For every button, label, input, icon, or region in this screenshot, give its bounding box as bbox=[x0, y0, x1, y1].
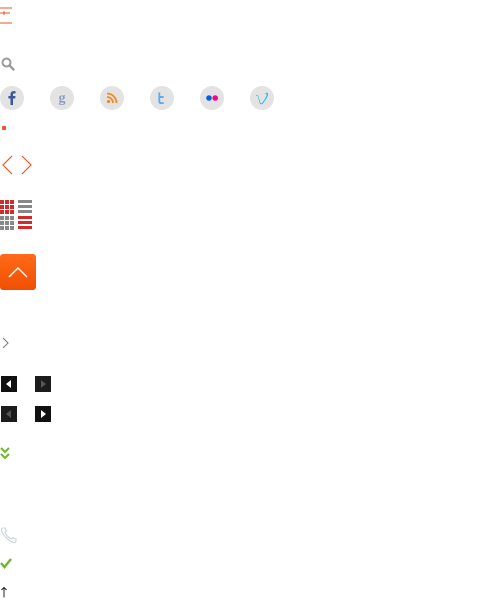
icon-sprite-sheet: g bbox=[0, 0, 500, 600]
chevron-right-small-icon[interactable] bbox=[2, 337, 10, 349]
chevron-left-icon[interactable] bbox=[1, 155, 15, 175]
grid-view-inactive-icon[interactable] bbox=[0, 216, 14, 230]
triangle-right-icon bbox=[41, 410, 46, 418]
vimeo-icon[interactable] bbox=[250, 86, 274, 110]
triangle-right-icon bbox=[41, 380, 46, 388]
arrow-up-icon[interactable] bbox=[0, 586, 8, 598]
search-icon[interactable] bbox=[1, 57, 15, 71]
chevron-up-icon bbox=[8, 267, 28, 278]
rss-icon[interactable] bbox=[100, 86, 124, 110]
flickr-icon[interactable] bbox=[200, 86, 224, 110]
next-button-alt[interactable] bbox=[35, 406, 51, 422]
check-icon bbox=[0, 558, 12, 569]
list-view-active-icon[interactable] bbox=[18, 216, 32, 230]
twitter-icon[interactable] bbox=[150, 86, 174, 110]
phone-icon bbox=[0, 527, 17, 544]
social-icons-row: g bbox=[0, 86, 280, 112]
prev-button-alt[interactable] bbox=[1, 406, 17, 422]
chevron-right-icon[interactable] bbox=[19, 155, 33, 175]
svg-text:g: g bbox=[59, 91, 66, 106]
bullet-dot bbox=[2, 126, 6, 130]
triangle-left-icon bbox=[6, 380, 11, 388]
back-to-top-button[interactable] bbox=[0, 254, 36, 290]
google-icon[interactable]: g bbox=[50, 86, 74, 110]
double-chevron-down-icon[interactable] bbox=[0, 446, 10, 460]
grid-view-icon[interactable] bbox=[0, 200, 14, 214]
next-button[interactable] bbox=[35, 376, 51, 392]
triangle-left-icon bbox=[6, 410, 11, 418]
prev-button[interactable] bbox=[1, 376, 17, 392]
facebook-icon[interactable] bbox=[0, 86, 24, 110]
menu-icon[interactable] bbox=[0, 4, 14, 26]
list-view-icon[interactable] bbox=[18, 200, 32, 214]
